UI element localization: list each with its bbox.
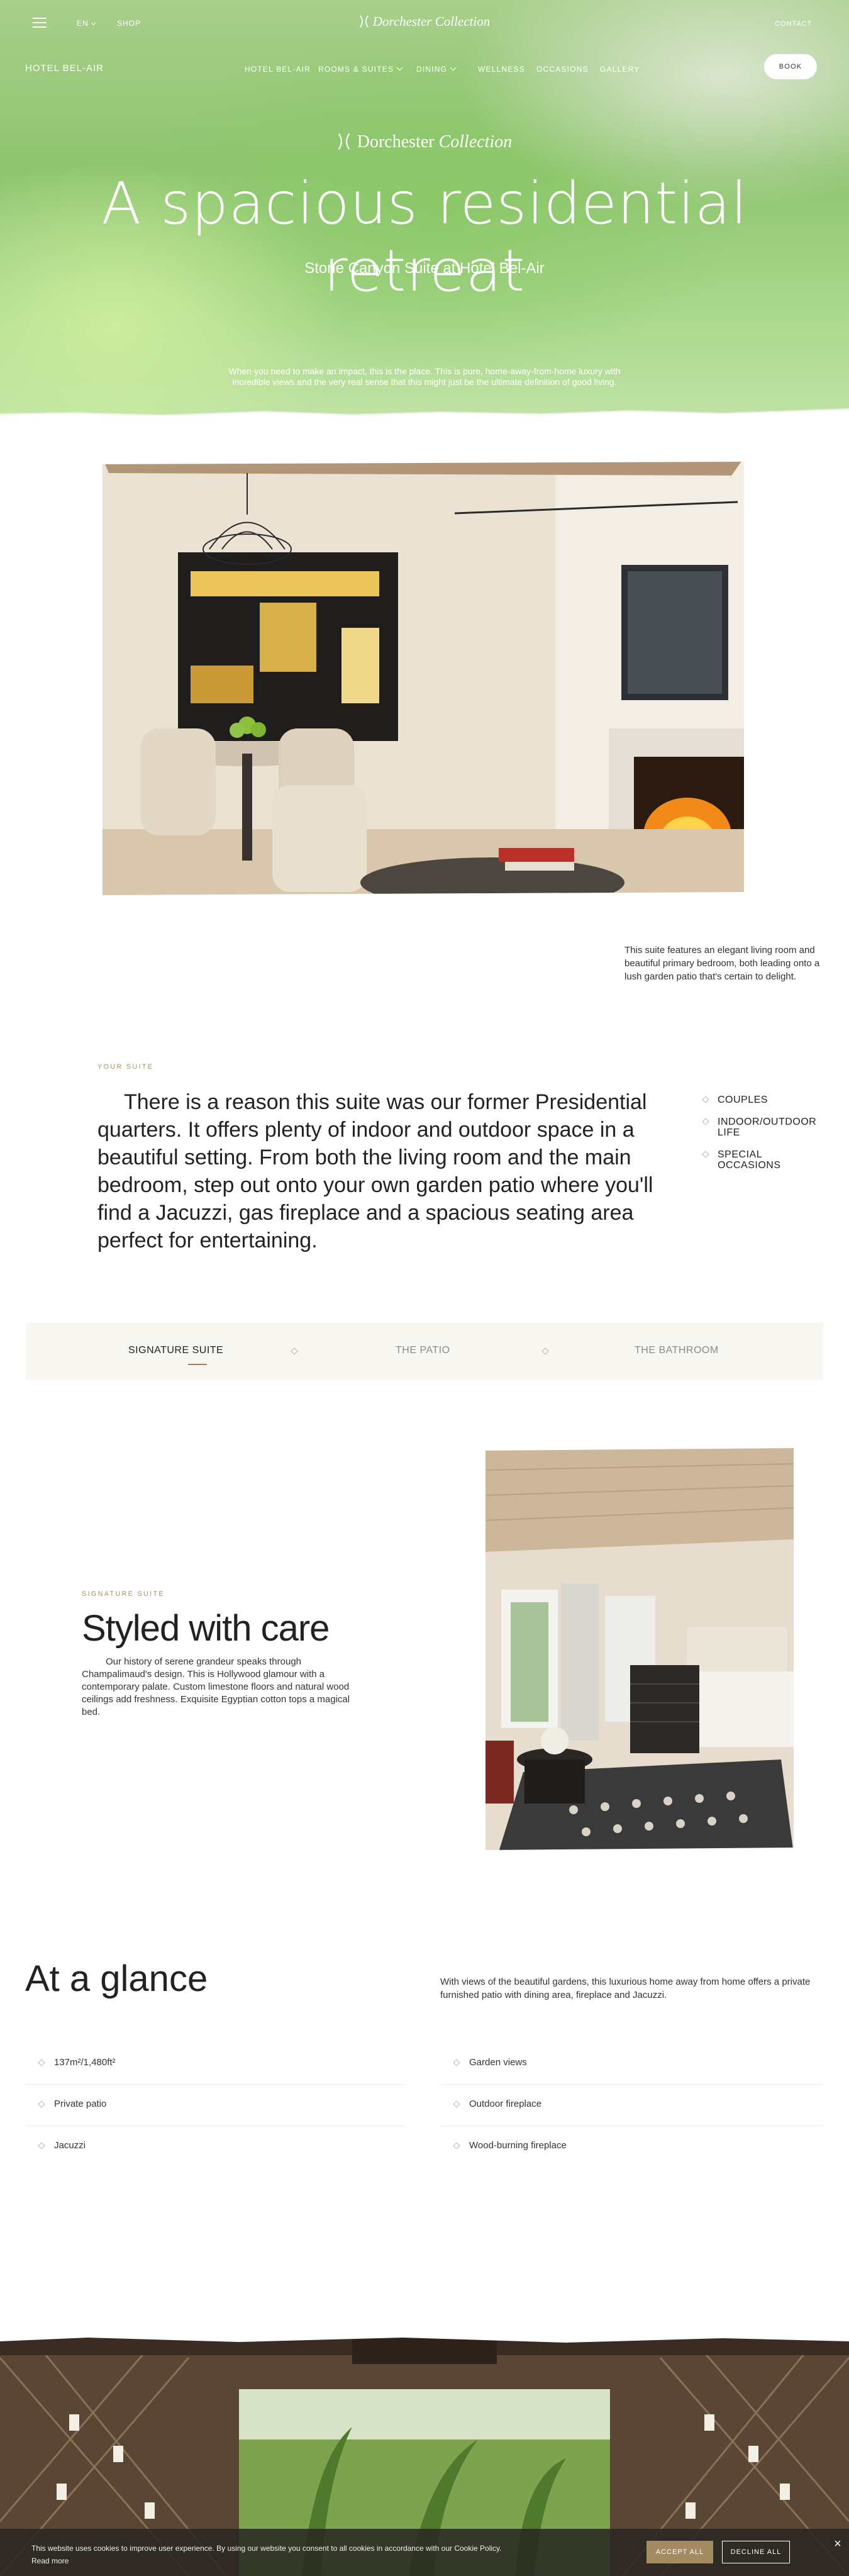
contact-link[interactable]: CONTACT xyxy=(775,20,812,28)
feature-item: Jacuzzi xyxy=(25,2126,405,2168)
diamond-icon xyxy=(38,2100,45,2108)
diamond-icon xyxy=(453,2059,460,2066)
tab-the-patio[interactable]: THE PATIO xyxy=(396,1345,450,1356)
diamond-icon xyxy=(38,2142,45,2149)
tag-label: COUPLES xyxy=(718,1095,768,1105)
tag-indoor-outdoor: INDOOR/OUTDOOR LIFE xyxy=(701,1117,827,1138)
chevron-down-icon xyxy=(396,64,403,71)
nav-item-label: HOTEL BEL-AIR xyxy=(245,65,311,74)
diamond-icon xyxy=(291,1347,298,1355)
feature-label: Garden views xyxy=(469,2057,527,2068)
brand-logo[interactable]: Dorchester Collection xyxy=(352,14,497,30)
feature-label: 137m²/1,480ft² xyxy=(54,2057,116,2068)
diamond-icon xyxy=(453,2142,460,2149)
feature-item: 137m²/1,480ft² xyxy=(25,2043,405,2085)
page-subtitle: Stone Canyon Suite at Hotel Bel-Air xyxy=(304,260,545,277)
nav-item-label: OCCASIONS xyxy=(536,65,589,74)
tab-the-bathroom[interactable]: THE BATHROOM xyxy=(635,1345,719,1356)
glance-title: At a glance xyxy=(25,1958,208,1999)
page-title: A spacious residential retreat xyxy=(101,170,748,304)
suite-tabs: SIGNATURE SUITE THE PATIO THE BATHROOM xyxy=(26,1322,823,1380)
brand-mark-icon xyxy=(360,15,369,28)
diamond-icon xyxy=(453,2100,460,2108)
intro-caption: This suite features an elegant living ro… xyxy=(624,945,820,982)
brand-name: Dorchester Collection xyxy=(372,14,491,29)
feature-item: Wood-burning fireplace xyxy=(440,2126,824,2168)
diamond-icon xyxy=(38,2059,45,2066)
cookie-text: This website uses cookies to improve use… xyxy=(31,2544,502,2553)
feature-label: Outdoor fireplace xyxy=(469,2099,542,2109)
accept-all-button[interactable]: ACCEPT ALL xyxy=(646,2541,713,2563)
hero-description: When you need to make an impact, this is… xyxy=(228,366,621,387)
diamond-icon xyxy=(702,1118,709,1125)
torn-edge-divider xyxy=(0,408,849,415)
glance-description: With views of the beautiful gardens, thi… xyxy=(440,1977,811,2000)
diamond-icon xyxy=(702,1096,709,1103)
book-button[interactable]: BOOK xyxy=(764,54,817,79)
tag-label: INDOOR/OUTDOOR LIFE xyxy=(718,1117,817,1138)
brand-mark-icon xyxy=(338,133,350,150)
nav-item-label: DINING xyxy=(416,65,448,74)
language-selector[interactable]: EN xyxy=(77,19,96,28)
nav-item-gallery[interactable]: GALLERY xyxy=(600,65,640,74)
cookie-banner: This website uses cookies to improve use… xyxy=(0,2529,849,2576)
shop-link[interactable]: SHOP xyxy=(117,19,141,28)
nav-item-label: WELLNESS xyxy=(478,65,525,74)
close-icon[interactable]: × xyxy=(831,2538,844,2550)
tag-couples: COUPLES xyxy=(701,1095,827,1105)
active-tab-underline xyxy=(188,1364,207,1365)
care-eyebrow: SIGNATURE SUITE xyxy=(82,1590,165,1598)
tag-special-occasions: SPECIAL OCCASIONS xyxy=(701,1149,827,1171)
nav-item-label: GALLERY xyxy=(600,65,640,74)
hamburger-menu-icon[interactable] xyxy=(33,18,47,28)
cookie-read-more-link[interactable]: Read more xyxy=(31,2556,69,2565)
hero-logo-italic: Collection xyxy=(438,132,513,152)
diamond-icon xyxy=(541,1347,549,1355)
your-suite-eyebrow: YOUR SUITE xyxy=(97,1063,154,1071)
chevron-down-icon xyxy=(450,64,457,71)
nav-item-wellness[interactable]: WELLNESS xyxy=(478,65,525,74)
your-suite-text: There is a reason this suite was our for… xyxy=(97,1090,653,1252)
care-title: Styled with care xyxy=(82,1608,330,1649)
decline-all-button[interactable]: DECLINE ALL xyxy=(722,2541,790,2563)
language-label: EN xyxy=(77,19,89,28)
nav-item-rooms-suites[interactable]: ROOMS & SUITES xyxy=(318,64,403,74)
hero-logo: Dorchester Collection xyxy=(302,132,547,152)
hotel-name[interactable]: HOTEL BEL-AIR xyxy=(25,63,104,74)
bedroom-photo xyxy=(486,1445,794,1854)
nav-item-label: ROOMS & SUITES xyxy=(318,65,394,74)
tab-signature-suite[interactable]: SIGNATURE SUITE xyxy=(128,1345,223,1356)
care-text: Our history of serene grandeur speaks th… xyxy=(82,1656,350,1717)
feature-label: Wood-burning fireplace xyxy=(469,2140,567,2151)
living-room-photo xyxy=(103,458,744,901)
diamond-icon xyxy=(702,1151,709,1158)
feature-item: Outdoor fireplace xyxy=(440,2085,824,2126)
hero-logo-main: Dorchester xyxy=(357,132,435,152)
nav-item-hotel-bel-air[interactable]: HOTEL BEL-AIR xyxy=(245,65,311,74)
hero-section: EN SHOP Dorchester Collection CONTACT HO… xyxy=(0,0,849,415)
suite-tags: COUPLES INDOOR/OUTDOOR LIFE SPECIAL OCCA… xyxy=(701,1095,827,1182)
feature-item: Private patio xyxy=(25,2085,405,2126)
feature-item: Garden views xyxy=(440,2043,824,2085)
nav-item-occasions[interactable]: OCCASIONS xyxy=(536,65,589,74)
feature-label: Private patio xyxy=(54,2099,107,2109)
chevron-down-icon xyxy=(91,20,96,26)
nav-item-dining[interactable]: DINING xyxy=(416,64,457,74)
feature-label: Jacuzzi xyxy=(54,2140,86,2151)
tag-label: SPECIAL OCCASIONS xyxy=(718,1149,781,1171)
